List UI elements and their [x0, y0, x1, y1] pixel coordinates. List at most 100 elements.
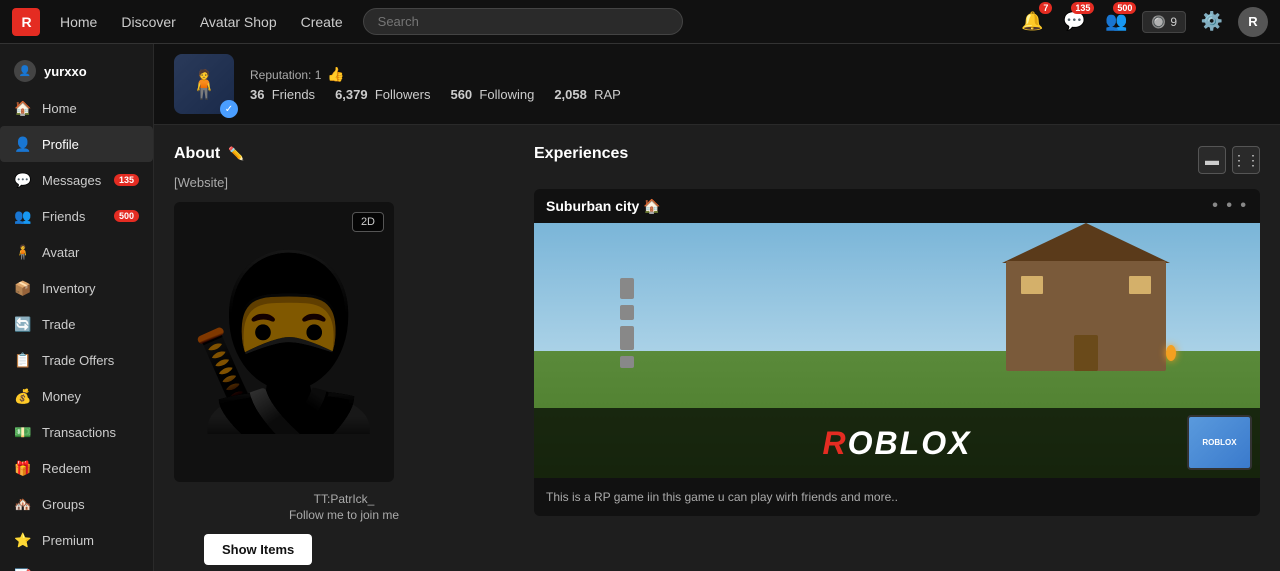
- inventory-icon: 📦: [14, 279, 32, 297]
- followers-stat[interactable]: 6,379 Followers: [335, 87, 430, 102]
- rap-stat: 2,058 RAP: [554, 87, 621, 102]
- grid-view-button[interactable]: ⋮⋮: [1232, 146, 1260, 174]
- user-avatar-btn[interactable]: R: [1238, 7, 1268, 37]
- game-scene: ROBLOX ROBLOX: [534, 223, 1260, 478]
- sidebar-item-blog[interactable]: 📝 Blog: [0, 558, 153, 571]
- main-content: 🧍 ✓ Reputation: 1 👍 36 Friends 6,379: [154, 44, 1280, 571]
- nav-home[interactable]: Home: [60, 14, 97, 30]
- game-title[interactable]: Suburban city 🏠: [546, 198, 661, 215]
- edit-icon[interactable]: ✏️: [228, 146, 244, 162]
- building-body: [1006, 261, 1166, 371]
- premium-icon: ⭐: [14, 531, 32, 549]
- sidebar-item-avatar[interactable]: 🧍 Avatar: [0, 234, 153, 270]
- redeem-icon: 🎁: [14, 459, 32, 477]
- view-toggle-buttons: ▬ ⋮⋮: [1198, 146, 1260, 174]
- home-icon: 🏠: [14, 99, 32, 117]
- profile-avatar-wrapper: 🧍 ✓: [174, 54, 234, 114]
- sidebar-label-transactions: Transactions: [42, 425, 116, 440]
- list-view-button[interactable]: ▬: [1198, 146, 1226, 174]
- settings-button[interactable]: ⚙️: [1196, 6, 1228, 38]
- sidebar-item-transactions[interactable]: 💵 Transactions: [0, 414, 153, 450]
- sidebar-item-premium[interactable]: ⭐ Premium: [0, 522, 153, 558]
- toggle-2d-button[interactable]: 2D: [352, 212, 384, 232]
- roblox-r: R: [823, 425, 848, 461]
- content-area: About ✏️ [Website] 🥷 2D TT:PatrIck_ Foll…: [154, 125, 1280, 571]
- experiences-header: Experiences ▬ ⋮⋮: [534, 145, 1260, 175]
- transactions-icon: 💵: [14, 423, 32, 441]
- game-image: ROBLOX ROBLOX: [534, 223, 1260, 478]
- ruin-pillar-1: [620, 278, 634, 299]
- roblox-logo: ROBLOX: [823, 425, 972, 462]
- sidebar-item-groups[interactable]: 🏘️ Groups: [0, 486, 153, 522]
- notifications-button[interactable]: 🔔 7: [1016, 6, 1048, 38]
- nav-links: Home Discover Avatar Shop Create: [60, 14, 343, 30]
- sidebar-item-messages[interactable]: 💬 Messages 135: [0, 162, 153, 198]
- game-description: This is a RP game iin this game u can pl…: [534, 478, 1260, 516]
- avatar-icon: 🧍: [14, 243, 32, 261]
- messages-sidebar-badge: 135: [114, 174, 139, 186]
- friends-stat[interactable]: 36 Friends: [250, 87, 315, 102]
- sidebar-label-home: Home: [42, 101, 77, 116]
- nav-avatar-shop[interactable]: Avatar Shop: [200, 14, 277, 30]
- friends-sidebar-badge: 500: [114, 210, 139, 222]
- avatar-caption: TT:PatrIck_: [174, 492, 514, 506]
- building-roof: [1002, 223, 1170, 263]
- experience-thumbnail: ROBLOX: [1187, 415, 1252, 470]
- sidebar-label-messages: Messages: [42, 173, 101, 188]
- reputation-row: Reputation: 1 👍: [250, 66, 1260, 83]
- sidebar-item-friends[interactable]: 👥 Friends 500: [0, 198, 153, 234]
- logo-icon: R: [12, 8, 40, 36]
- ruin-pillar-2: [620, 305, 634, 320]
- trade-offers-icon: 📋: [14, 351, 32, 369]
- robux-amount: 9: [1170, 15, 1177, 29]
- robux-display[interactable]: 🔘 9: [1142, 11, 1186, 33]
- experiences-title-text: Experiences: [534, 145, 628, 163]
- reputation-text: Reputation: 1: [250, 68, 321, 82]
- profile-info: Reputation: 1 👍 36 Friends 6,379 Followe…: [250, 66, 1260, 102]
- nav-create[interactable]: Create: [301, 14, 343, 30]
- money-icon: 💰: [14, 387, 32, 405]
- messages-icon: 💬: [14, 171, 32, 189]
- building-window-1: [1021, 276, 1043, 294]
- sidebar-label-redeem: Redeem: [42, 461, 91, 476]
- sidebar-label-profile: Profile: [42, 137, 79, 152]
- sidebar-item-money[interactable]: 💰 Money: [0, 378, 153, 414]
- building-window-2: [1129, 276, 1151, 294]
- search-input[interactable]: [363, 8, 683, 35]
- thumb-up-icon: 👍: [327, 66, 344, 83]
- sidebar-label-trade: Trade: [42, 317, 75, 332]
- logo[interactable]: R: [12, 8, 40, 36]
- sidebar-item-trade[interactable]: 🔄 Trade: [0, 306, 153, 342]
- messages-button[interactable]: 💬 135: [1058, 6, 1090, 38]
- search-container: [363, 8, 683, 35]
- game-options-button[interactable]: • • •: [1212, 197, 1248, 215]
- about-website[interactable]: [Website]: [174, 175, 514, 190]
- nav-discover[interactable]: Discover: [121, 14, 175, 30]
- about-title-text: About: [174, 145, 220, 163]
- body-layout: 👤 yurxxo 🏠 Home 👤 Profile 💬 Messages 135…: [0, 44, 1280, 571]
- following-stat[interactable]: 560 Following: [450, 87, 534, 102]
- sidebar-item-trade-offers[interactable]: 📋 Trade Offers: [0, 342, 153, 378]
- sidebar-user[interactable]: 👤 yurxxo: [0, 52, 153, 90]
- notifications-badge: 7: [1039, 2, 1052, 14]
- sidebar-item-profile[interactable]: 👤 Profile: [0, 126, 153, 162]
- sidebar-label-money: Money: [42, 389, 81, 404]
- scene-ruins: [554, 278, 634, 368]
- building-light: [1166, 345, 1176, 361]
- experience-card-header: Suburban city 🏠 • • •: [534, 189, 1260, 223]
- ruin-pillar-3: [620, 326, 634, 350]
- friends-badge: 500: [1113, 2, 1136, 14]
- avatar-3d-render: 🥷: [179, 258, 388, 426]
- show-items-button[interactable]: Show Items: [204, 534, 312, 565]
- friends-button[interactable]: 👥 500: [1100, 6, 1132, 38]
- building-door: [1074, 335, 1098, 371]
- sidebar-item-redeem[interactable]: 🎁 Redeem: [0, 450, 153, 486]
- sidebar-item-inventory[interactable]: 📦 Inventory: [0, 270, 153, 306]
- sidebar-item-home[interactable]: 🏠 Home: [0, 90, 153, 126]
- topnav: R Home Discover Avatar Shop Create 🔔 7 💬…: [0, 0, 1280, 44]
- sidebar: 👤 yurxxo 🏠 Home 👤 Profile 💬 Messages 135…: [0, 44, 154, 571]
- topnav-right: 🔔 7 💬 135 👥 500 🔘 9 ⚙️ R: [1016, 6, 1268, 38]
- user-icon: 👤: [14, 60, 36, 82]
- experience-card: Suburban city 🏠 • • •: [534, 189, 1260, 516]
- friends-icon: 👥: [14, 207, 32, 225]
